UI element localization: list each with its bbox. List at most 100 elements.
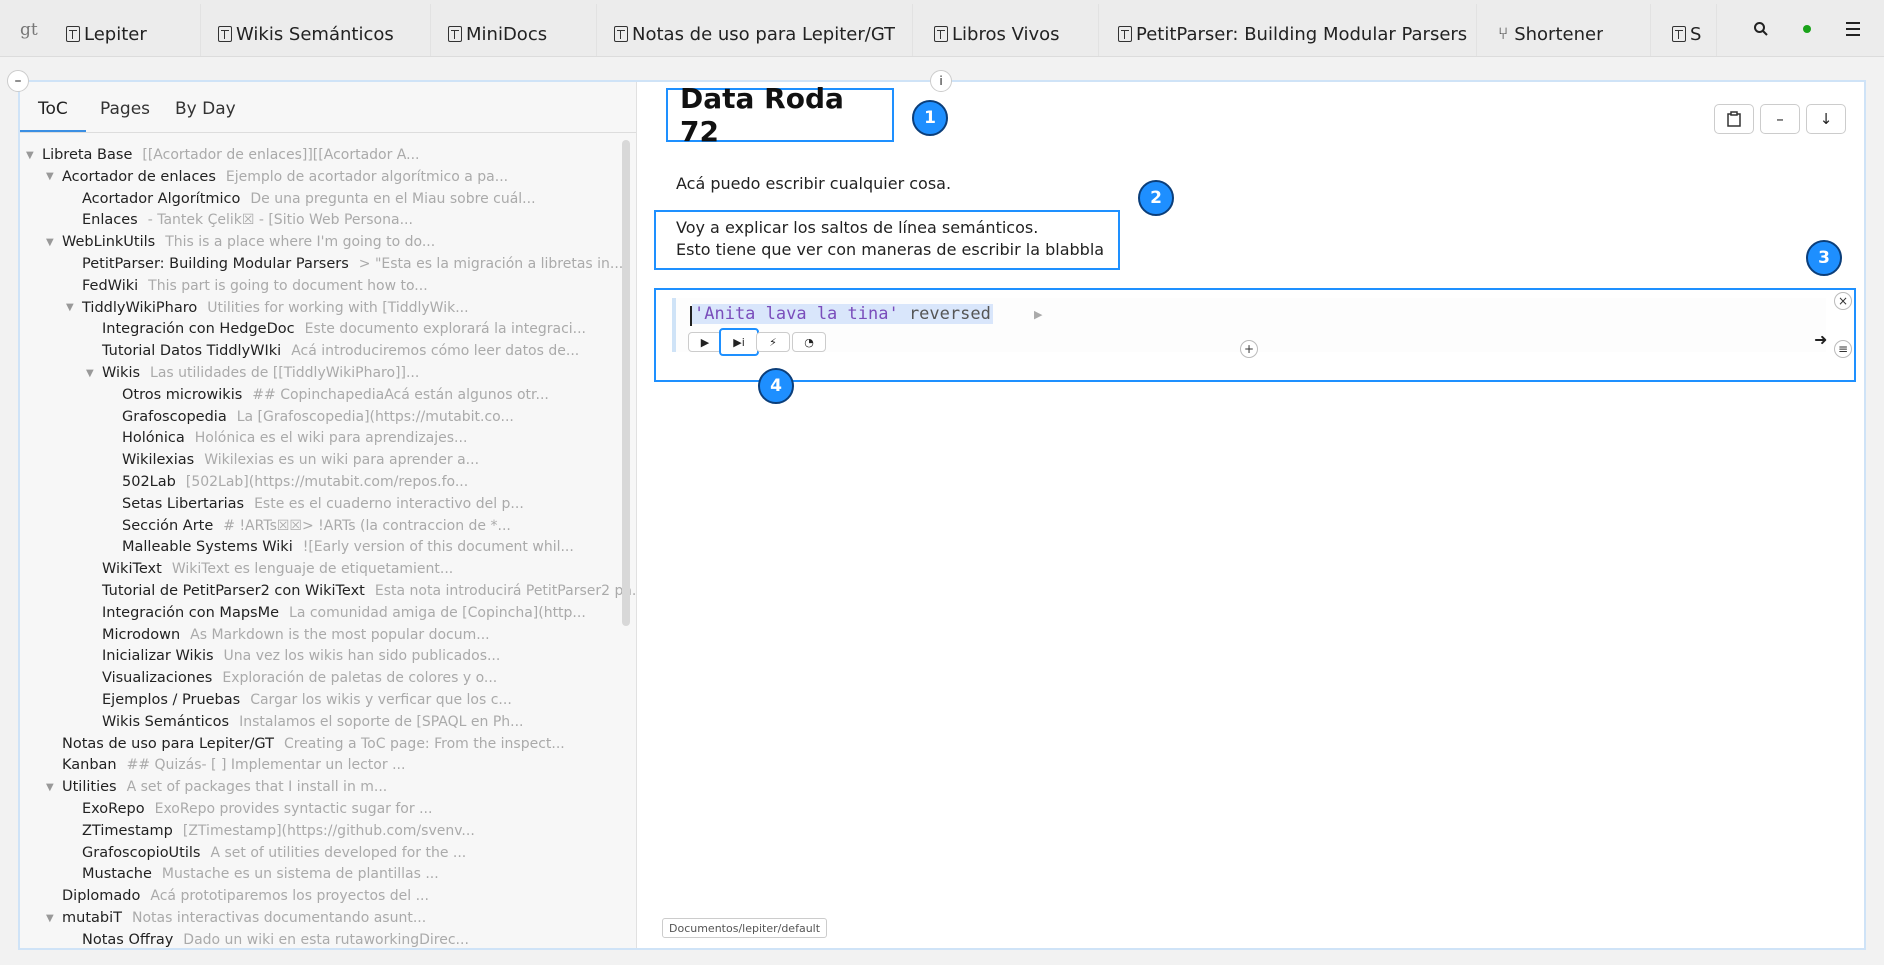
toc-item[interactable]: ▼ TiddlyWikiPharo Utilities for working wi… [66,297,469,319]
triangle-down-icon[interactable]: ▼ [86,368,102,379]
toc-item[interactable]: ▼ mutabiT Notas interactivas documentando … [46,907,426,929]
toc-item[interactable]: Tutorial Datos TiddlyWIki Acá introducire… [86,340,579,362]
database-path[interactable]: Documentos/lepiter/default [662,918,828,938]
run-and-inspect-button[interactable]: ▶i [719,328,759,356]
tab-pages[interactable]: Pages [100,99,150,119]
add-snippet-icon[interactable]: + [1240,340,1258,358]
toc-item[interactable]: 502Lab [502Lab](https://mutabit.com/repos… [106,471,468,493]
arrow-right-icon[interactable]: ➜ [1814,330,1827,349]
toc-item-preview: Holónica es el wiki para aprendizajes... [194,430,468,447]
sidebar-scrollbar[interactable] [622,140,630,626]
toc-item[interactable]: ▼ Utilities A set of packages that I insta… [46,776,387,798]
triangle-down-icon[interactable]: ▼ [46,237,62,248]
toc-item[interactable]: ▼ WebLinkUtils This is a place where I'm g… [46,231,435,253]
triangle-down-icon[interactable]: ▼ [46,913,62,924]
tab-by-day[interactable]: By Day [175,99,236,119]
top-tab-minidocs[interactable]: MiniDocs [448,12,547,56]
toc-item[interactable]: ExoRepo ExoRepo provides syntactic sugar … [66,798,432,820]
toc-item[interactable]: PetitParser: Building Modular Parsers > "… [66,253,623,275]
toc-item[interactable]: Notas Offray Dado un wiki en esta rutawor… [66,929,469,948]
menu-icon[interactable] [1842,18,1864,40]
close-icon[interactable]: × [1834,292,1852,310]
export-page-button[interactable]: ↓ [1806,104,1846,134]
lepiter-page-icon [218,26,232,42]
toc-item[interactable]: Grafoscopedia La [Grafoscopedia](https://… [106,406,514,428]
toc-item[interactable]: Malleable Systems Wiki ![Early version of… [106,536,574,558]
triangle-down-icon[interactable]: ▼ [66,302,82,313]
toc-item[interactable]: Visualizaciones Exploración de paletas de… [86,667,497,689]
toc-item[interactable]: FedWiki This part is going to document ho… [66,275,428,297]
toc-item-preview: Exploración de paletas de colores y o... [222,670,498,687]
text-line-1: Voy a explicar los saltos de línea semán… [676,218,1039,237]
collapse-sidebar-button[interactable]: – [7,70,29,92]
triangle-down-icon[interactable]: ▼ [46,171,62,182]
toc-item-label: Tutorial de PetitParser2 con WikiText [102,583,365,599]
triangle-down-icon[interactable]: ▼ [46,782,62,793]
text-snippet-1[interactable]: Acá puedo escribir cualquier cosa. [676,174,951,193]
toc-item-label: Utilities [62,779,117,796]
toc-item[interactable]: Wikilexias Wikilexias es un wiki para apr… [106,449,479,471]
toc-item[interactable]: Integración con MapsMe La comunidad amiga… [86,602,586,624]
top-tab-shortener[interactable]: ⑂ Shortener [1498,12,1603,56]
top-tab-lepiter[interactable]: Lepiter [66,12,147,56]
toc-item[interactable]: Tutorial de PetitParser2 con WikiText Est… [86,580,637,602]
toc-item-label: Sección Arte [122,517,214,534]
toc-item[interactable]: ▼ Wikis Las utilidades de [[TiddlyWikiPhar… [86,362,419,384]
toc-item[interactable]: Setas Libertarias Este es el cuaderno int… [106,493,524,515]
code-text[interactable]: 'Anita lava la tina' reversed [692,304,993,324]
copy-page-button[interactable] [1714,104,1754,134]
toc-item-preview: Esta nota introducirá PetitParser2 pa... [374,583,637,599]
top-tab-libros-vivos[interactable]: Libros Vivos [934,12,1060,56]
toc-item-label: WikiText [102,561,162,578]
profile-button[interactable]: ◔ [792,332,826,352]
debug-button[interactable]: ⚡ [756,332,790,352]
toc-item[interactable]: Acortador Algorítmico De una pregunta en … [66,188,536,210]
toc-item[interactable]: Holónica Holónica es el wiki para aprendi… [106,427,467,449]
pharo-code-snippet[interactable]: 'Anita lava la tina' reversed ▶ ▶i ⚡ ◔ ×… [654,288,1856,382]
toc-item[interactable]: Kanban ## Quizás- [ ] Implementar un lect… [46,754,405,776]
top-tab-truncated[interactable]: S [1672,12,1712,56]
toc-item-label: Mustache [82,866,152,883]
toc-item[interactable]: Ejemplos / Pruebas Cargar los wikis y ver… [86,689,512,711]
toc-item[interactable]: ▼ Libreta Base [[Acortador de enlaces]][[A… [26,144,420,166]
toc-item[interactable]: Otros microwikis ## CopinchapediaAcá está… [106,384,549,406]
toc-item-preview: This is a place where I'm going to do... [165,234,436,251]
toc-item-label: Integración con HedgeDoc [102,321,295,338]
toc-item[interactable]: Mustache Mustache es un sistema de planti… [66,863,439,885]
toc-item-preview: La [Grafoscopedia](https://mutabit.co... [236,408,514,425]
gt-logo[interactable]: gt [20,20,38,40]
text-snippet-2[interactable]: Voy a explicar los saltos de línea semán… [654,210,1120,270]
search-icon[interactable] [1750,18,1772,40]
top-tab-wikis-semanticos[interactable]: Wikis Semánticos [218,12,394,56]
toc-item[interactable]: Inicializar Wikis Una vez los wikis han s… [86,645,500,667]
top-tab-petitparser[interactable]: PetitParser: Building Modular Parsers [1118,12,1467,56]
collapse-page-button[interactable]: – [1760,104,1800,134]
toc-item-label: GrafoscopioUtils [82,844,201,861]
triangle-down-icon[interactable]: ▼ [26,150,42,161]
toc-item[interactable]: Enlaces - Tantek Çelik☒ - [Sitio Web Pers… [66,209,413,231]
toc-item[interactable]: Diplomado Acá prototiparemos los proyecto… [46,885,429,907]
toc-item[interactable]: Microdown As Markdown is the most popular… [86,624,490,646]
toc-item-label: Holónica [122,430,185,447]
page-title-box[interactable]: Data Roda 72 [666,82,894,148]
toc-item[interactable]: ZTimestamp [ZTimestamp](https://github.co… [66,820,475,842]
toc-item[interactable]: Notas de uso para Lepiter/GT Creating a T… [46,733,565,755]
toc-item-preview: # !ARTs☒☒> !ARTs (la contraccion de *... [223,517,511,534]
toc-item-preview: As Markdown is the most popular docum... [190,626,490,643]
toc-item-preview: This part is going to document how to... [148,277,428,294]
run-button[interactable]: ▶ [688,332,722,352]
toc-item[interactable]: ▼ Acortador de enlaces Ejemplo de acortado… [46,166,508,188]
top-tab-notas-de-uso[interactable]: Notas de uso para Lepiter/GT [614,12,895,56]
info-icon[interactable]: i [930,70,952,92]
toc-item-label: Acortador Algorítmico [82,190,241,207]
tab-toc[interactable]: ToC [38,99,68,119]
toc-item[interactable]: Sección Arte # !ARTs☒☒> !ARTs (la contrac… [106,515,511,537]
toc-item[interactable]: Integración con HedgeDoc Este documento e… [86,318,586,340]
toc-item[interactable]: WikiText WikiText es lenguaje de etiqueta… [86,558,453,580]
toc-item[interactable]: GrafoscopioUtils A set of utilities devel… [66,842,466,864]
drag-handle-icon[interactable]: ≡ [1834,340,1852,358]
toc-item[interactable]: Wikis Semánticos Instalamos el soporte de… [86,711,523,733]
toc-item-label: Malleable Systems Wiki [122,539,293,556]
toc-item-label: Wikilexias [122,452,195,469]
toc-item-label: Kanban [62,757,117,774]
